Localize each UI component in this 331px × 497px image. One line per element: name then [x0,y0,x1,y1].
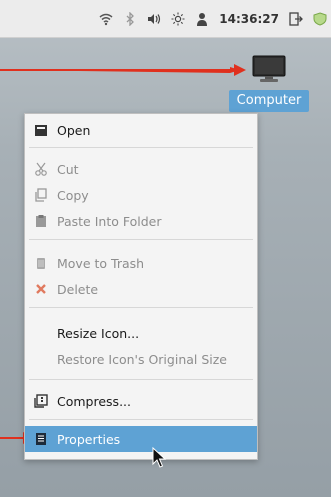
menu-item-label: Compress... [57,393,131,409]
menu-item-label: Open [57,122,91,138]
menu-item-label: Cut [57,161,79,177]
menu-item-move-to-trash[interactable]: Move to Trash [25,250,257,276]
menu-item-resize-icon[interactable]: Resize Icon... [25,320,257,346]
compress-icon [33,393,49,409]
delete-icon [33,281,49,297]
menu-separator [29,239,253,240]
trash-icon [33,255,49,271]
logout-icon[interactable] [289,12,303,26]
user-icon[interactable] [195,12,209,26]
menu-item-delete[interactable]: Delete [25,276,257,302]
menu-item-paste-into-folder[interactable]: Paste Into Folder [25,208,257,234]
shield-icon[interactable] [313,12,327,26]
menu-item-label: Restore Icon's Original Size [57,351,228,367]
context-menu: Open Cut Copy Paste Into Folder Move to … [24,113,258,460]
annotation-arrow-top [0,64,246,76]
menu-item-open[interactable]: Open [25,117,257,143]
clock[interactable]: 14:36:27 [219,12,279,26]
paste-icon [33,213,49,229]
brightness-icon[interactable] [171,12,185,26]
menu-item-label: Properties [57,431,121,447]
menu-item-label: Resize Icon... [57,325,140,341]
menu-item-compress[interactable]: Compress... [25,388,257,414]
menu-separator [29,147,253,148]
menu-item-label: Delete [57,281,99,297]
volume-icon[interactable] [147,12,161,26]
menu-item-label: Copy [57,187,89,203]
top-panel: 14:36:27 [0,0,331,38]
copy-icon [33,187,49,203]
folder-open-icon [33,122,49,138]
desktop-item-label: Computer [229,90,309,112]
system-tray: 14:36:27 [99,9,327,29]
scissors-icon [33,161,49,177]
properties-icon [33,431,49,447]
menu-separator [29,379,253,380]
wifi-icon[interactable] [99,12,113,26]
menu-item-restore-icon-size[interactable]: Restore Icon's Original Size [25,346,257,372]
menu-separator [29,419,253,420]
menu-item-properties[interactable]: Properties [25,426,257,452]
menu-item-copy[interactable]: Copy [25,182,257,208]
menu-item-cut[interactable]: Cut [25,156,257,182]
bluetooth-icon[interactable] [123,12,137,26]
menu-separator [29,307,253,308]
menu-item-label: Move to Trash [57,255,145,271]
mouse-cursor-icon [152,447,167,468]
menu-item-label: Paste Into Folder [57,213,162,229]
